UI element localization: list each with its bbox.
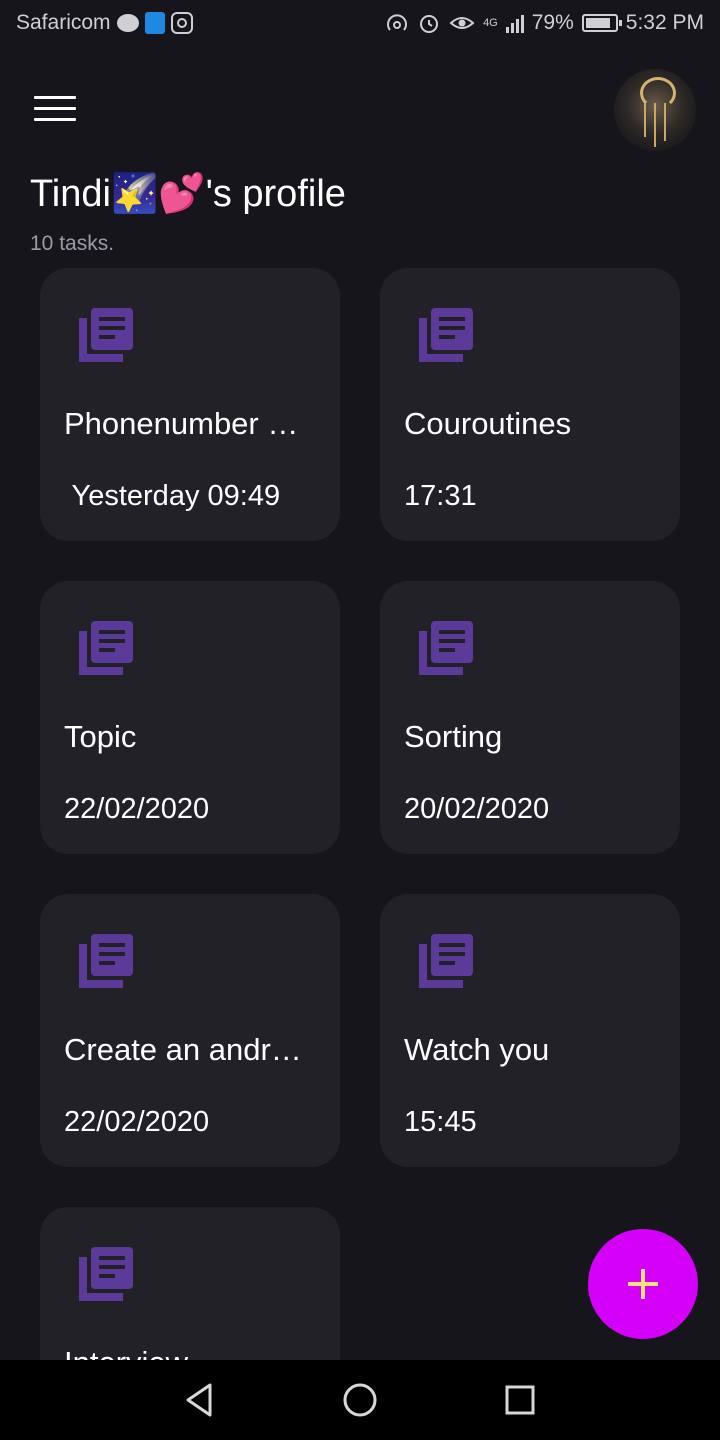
- notes-icon: [419, 621, 473, 675]
- recents-icon[interactable]: [500, 1380, 540, 1420]
- notes-icon: [79, 308, 133, 362]
- page-title: Tindi🌠💕's profile: [30, 173, 346, 215]
- notes-icon: [79, 621, 133, 675]
- task-time: Yesterday 09:49: [64, 480, 281, 512]
- task-time: 15:45: [404, 1106, 477, 1138]
- task-card[interactable]: Interview: [40, 1207, 340, 1360]
- signal-icon: [505, 13, 524, 33]
- task-card[interactable]: Couroutines 17:31: [380, 268, 680, 541]
- task-title: Couroutines: [404, 406, 572, 441]
- menu-icon-bar: [34, 107, 76, 110]
- status-left: Safaricom: [16, 11, 193, 35]
- battery-label: 79%: [531, 11, 574, 34]
- task-time: 22/02/2020: [64, 793, 210, 825]
- notes-icon: [79, 1247, 133, 1301]
- notes-icon: [419, 308, 473, 362]
- plus-icon: [628, 1269, 658, 1299]
- chat-icon: [116, 14, 139, 32]
- status-right: 4G 79% 5:32 PM: [385, 11, 704, 35]
- eye-icon: [449, 17, 475, 29]
- task-title: Sorting: [404, 719, 503, 754]
- notes-icon: [79, 934, 133, 988]
- network-label: 4G: [483, 16, 498, 29]
- alarm-icon: [420, 15, 439, 33]
- add-task-button[interactable]: [588, 1229, 698, 1339]
- instagram-icon: [170, 12, 193, 34]
- task-time: 20/02/2020: [404, 793, 550, 825]
- home-icon[interactable]: [340, 1380, 380, 1420]
- task-card[interactable]: Phonenumber … Yesterday 09:49: [40, 268, 340, 541]
- menu-icon-bar: [34, 96, 76, 99]
- task-card[interactable]: Create an andr… 22/02/2020: [40, 894, 340, 1167]
- task-card[interactable]: Watch you 15:45: [380, 894, 680, 1167]
- shield-icon: [144, 12, 165, 34]
- menu-button[interactable]: [34, 96, 76, 124]
- task-card[interactable]: Sorting 20/02/2020: [380, 581, 680, 854]
- menu-icon-bar: [34, 118, 76, 121]
- task-title: Interview: [64, 1345, 320, 1360]
- back-icon[interactable]: [180, 1380, 220, 1420]
- nav-bar: [0, 1360, 720, 1440]
- hotspot-icon: [387, 14, 408, 31]
- task-title: Create an andr…: [64, 1032, 302, 1067]
- battery-icon: [581, 14, 622, 32]
- task-count: 10 tasks.: [30, 232, 115, 255]
- carrier-label: Safaricom: [16, 11, 111, 34]
- notes-icon: [419, 934, 473, 988]
- task-title: Watch you: [404, 1032, 550, 1067]
- task-title: Topic: [64, 719, 137, 754]
- task-time: 17:31: [404, 480, 477, 512]
- avatar[interactable]: [614, 69, 696, 151]
- task-card[interactable]: Topic 22/02/2020: [40, 581, 340, 854]
- clock-label: 5:32 PM: [625, 11, 704, 34]
- task-title: Phonenumber …: [64, 406, 299, 441]
- status-bar: Safaricom 4G 79% 5:32 PM: [0, 0, 720, 50]
- task-time: 22/02/2020: [64, 1106, 210, 1138]
